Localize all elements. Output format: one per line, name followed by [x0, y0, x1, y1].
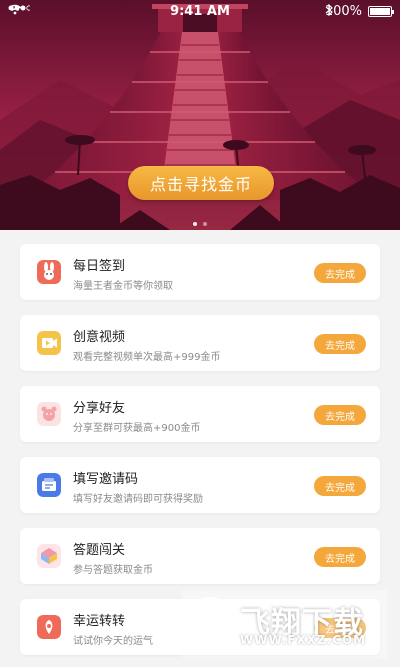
hero-banner: 9:41 AM 100% 点击寻找金币	[0, 0, 400, 230]
complete-button[interactable]: 去完成	[314, 263, 366, 283]
task-subtitle: 试试你今天的运气	[73, 636, 153, 647]
task-subtitle: 海量王者金币等你领取	[73, 281, 173, 292]
status-right: 100%	[325, 4, 394, 19]
task-card-quiz[interactable]: 答题闯关 参与答题获取金币 去完成	[20, 528, 380, 584]
task-title: 创意视频	[73, 330, 126, 345]
task-card-daily-checkin[interactable]: 每日签到 海量王者金币等你领取 去完成	[20, 244, 380, 300]
task-subtitle: 填写好友邀请码即可获得奖励	[73, 494, 203, 505]
task-subtitle: 参与答题获取金币	[73, 565, 153, 576]
lucky-wheel-icon	[37, 615, 61, 639]
task-title: 填写邀请码	[73, 472, 139, 487]
complete-button[interactable]: 去完成	[314, 405, 366, 425]
bluetooth-icon	[325, 4, 333, 16]
find-coins-button[interactable]: 点击寻找金币	[128, 166, 274, 200]
watermark-url: WWW.FXXZ.COM	[240, 633, 367, 647]
task-subtitle: 观看完整视频单次最高+999金币	[73, 352, 221, 363]
complete-button[interactable]: 去完成	[314, 476, 366, 496]
rabbit-icon	[37, 260, 61, 284]
battery-fill	[370, 8, 390, 15]
video-icon	[37, 331, 61, 355]
task-title: 答题闯关	[73, 543, 126, 558]
quiz-icon	[37, 544, 61, 568]
share-icon	[37, 402, 61, 426]
task-card-invite-code[interactable]: 填写邀请码 填写好友邀请码即可获得奖励 去完成	[20, 457, 380, 513]
complete-button[interactable]: 去完成	[314, 547, 366, 567]
task-card-share-friends[interactable]: 分享好友 分享至群可获最高+900金币 去完成	[20, 386, 380, 442]
task-subtitle: 分享至群可获最高+900金币	[73, 423, 201, 434]
invite-code-icon	[37, 473, 61, 497]
complete-button[interactable]: 去完成	[314, 334, 366, 354]
task-title: 幸运转转	[73, 614, 126, 629]
status-bar: 9:41 AM 100%	[0, 0, 400, 24]
battery-icon	[368, 6, 394, 17]
task-title: 分享好友	[73, 401, 126, 416]
task-title: 每日签到	[73, 259, 126, 274]
task-card-creative-video[interactable]: 创意视频 观看完整视频单次最高+999金币 去完成	[20, 315, 380, 371]
